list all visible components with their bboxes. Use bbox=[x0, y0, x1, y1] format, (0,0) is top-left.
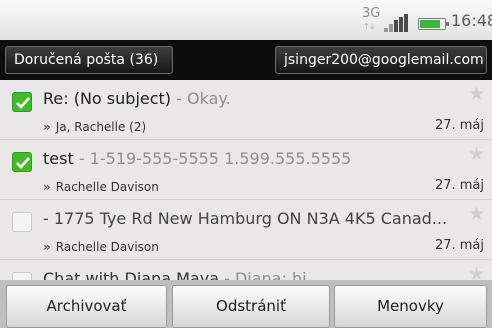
thread-chevron-icon: » bbox=[43, 240, 51, 254]
thread-chevron-icon: » bbox=[43, 120, 51, 134]
message-date: 27. máj bbox=[434, 118, 484, 133]
message-date: 27. máj bbox=[434, 178, 484, 193]
checkmark-icon bbox=[16, 157, 30, 169]
message-checkbox[interactable] bbox=[12, 212, 32, 232]
message-checkbox[interactable] bbox=[12, 152, 32, 172]
message-row[interactable]: Chat with Diana Maya - Diana: hi ★ bbox=[0, 260, 492, 280]
message-subject: test bbox=[43, 149, 74, 168]
star-icon[interactable]: ★ bbox=[468, 265, 485, 281]
star-icon[interactable]: ★ bbox=[468, 85, 485, 104]
message-subject-line: test - 1-519-555-5555 1.599.555.5555 bbox=[43, 149, 351, 168]
message-checkbox[interactable] bbox=[12, 272, 32, 280]
account-label[interactable]: jsinger200@googlemail.com bbox=[275, 46, 487, 74]
message-snippet: - Okay. bbox=[171, 89, 231, 108]
message-checkbox[interactable] bbox=[12, 92, 32, 112]
message-sender: Rachelle Davison bbox=[55, 180, 159, 194]
message-sender-line: » Rachelle Davison bbox=[43, 240, 159, 254]
labels-button[interactable]: Menovky bbox=[334, 285, 487, 328]
message-sender: Rachelle Davison bbox=[55, 240, 159, 254]
message-list[interactable]: Re: (No subject) - Okay. ★ » Ja, Rachelle… bbox=[0, 80, 492, 280]
message-date: 27. máj bbox=[434, 238, 484, 253]
inbox-label[interactable]: Doručená pošta (36) bbox=[5, 46, 173, 74]
delete-button[interactable]: Odstrániť bbox=[172, 285, 330, 328]
message-row[interactable]: - 1775 Tye Rd New Hamburg ON N3A 4K5 Can… bbox=[0, 200, 492, 260]
message-subject-line: Re: (No subject) - Okay. bbox=[43, 89, 231, 108]
message-row[interactable]: test - 1-519-555-5555 1.599.555.5555 ★ »… bbox=[0, 140, 492, 200]
signal-strength-icon bbox=[384, 14, 408, 32]
action-toolbar: Archivovať Odstrániť Menovky bbox=[0, 280, 492, 328]
message-snippet: - 1775 Tye Rd New Hamburg ON N3A 4K5 Can… bbox=[43, 209, 448, 228]
message-sender-line: » Rachelle Davison bbox=[43, 180, 159, 194]
thread-chevron-icon: » bbox=[43, 180, 51, 194]
star-icon[interactable]: ★ bbox=[468, 205, 485, 224]
message-subject-line: - 1775 Tye Rd New Hamburg ON N3A 4K5 Can… bbox=[43, 209, 447, 228]
battery-icon bbox=[418, 18, 449, 30]
message-subject-line: Chat with Diana Maya - Diana: hi bbox=[43, 269, 307, 280]
network-type: 3G bbox=[362, 6, 381, 21]
message-snippet: - 1-519-555-5555 1.599.555.5555 bbox=[73, 149, 352, 168]
message-sender-line: » Ja, Rachelle (2) bbox=[43, 120, 146, 134]
status-bar: 3G ↑↓ 16:48 bbox=[0, 0, 492, 40]
mail-header: Doručená pošta (36) jsinger200@googlemai… bbox=[0, 40, 492, 80]
status-clock: 16:48 bbox=[451, 11, 492, 30]
message-row[interactable]: Re: (No subject) - Okay. ★ » Ja, Rachelle… bbox=[0, 80, 492, 140]
message-subject: Chat with Diana Maya bbox=[43, 269, 219, 280]
star-icon[interactable]: ★ bbox=[468, 145, 485, 164]
message-snippet: - Diana: hi bbox=[219, 269, 307, 280]
message-sender: Ja, Rachelle (2) bbox=[55, 120, 147, 134]
data-activity-icon: ↑↓ bbox=[363, 22, 375, 31]
checkmark-icon bbox=[16, 97, 30, 109]
message-subject: Re: (No subject) bbox=[43, 89, 172, 108]
archive-button[interactable]: Archivovať bbox=[6, 285, 167, 328]
